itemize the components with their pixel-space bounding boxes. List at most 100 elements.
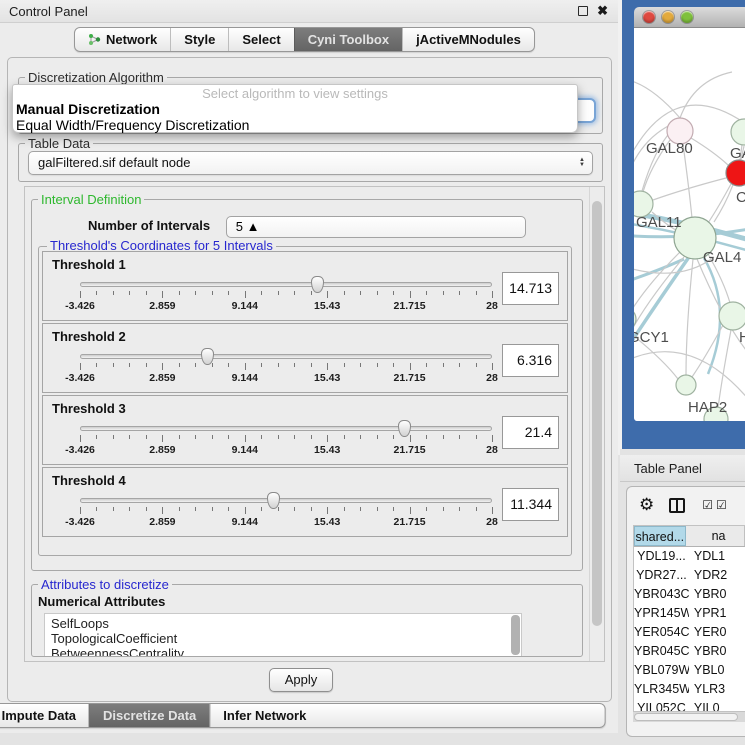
slider-tick (113, 291, 114, 295)
table-cell[interactable]: YBR0 (689, 585, 745, 604)
popup-item-equal-width-frequency[interactable]: Equal Width/Frequency Discretization (13, 117, 577, 133)
threshold-box-1: Threshold 1 -3.4262.8599.14415.4321.7152… (42, 251, 568, 321)
attribute-item-betweennesscentrality[interactable]: BetweennessCentrality (51, 646, 521, 657)
zoom-light[interactable] (681, 11, 693, 23)
table-row[interactable]: YPR145WYPR1 (634, 604, 745, 623)
table-row[interactable]: YLR345WYLR3 (634, 680, 745, 699)
slider-tick (146, 507, 147, 511)
horizontal-scrollbar-thumb[interactable] (634, 713, 738, 721)
threshold-label: Threshold 4 (52, 473, 502, 488)
table-row[interactable]: YBR045CYBR0 (634, 642, 745, 661)
table-cell[interactable]: YDR27... (634, 566, 689, 585)
table-row[interactable]: YDR27...YDR2 (634, 566, 745, 585)
table-cell[interactable]: YIL052C (634, 699, 689, 711)
table-cell[interactable]: YLR345W (634, 680, 689, 699)
table-cell[interactable]: YER0 (689, 623, 745, 642)
threshold-value-field[interactable]: 11.344 (502, 488, 559, 521)
threshold-value-field[interactable]: 14.713 (502, 272, 559, 305)
table-cell[interactable]: YBR0 (689, 642, 745, 661)
gear-icon[interactable]: ⚙ (639, 495, 654, 515)
slider-tick-label: 9.144 (232, 444, 258, 456)
close-light[interactable] (643, 11, 655, 23)
slider-tick (96, 291, 97, 295)
table-cell[interactable]: YPR145W (634, 604, 689, 623)
minimize-light[interactable] (662, 11, 674, 23)
threshold-slider[interactable]: -3.4262.8599.14415.4321.71528 (80, 419, 492, 461)
tab-network[interactable]: Network (75, 28, 170, 51)
table-cell[interactable]: YDL1 (689, 547, 745, 566)
num-intervals-label: Number of Intervals (88, 218, 210, 233)
slider-tick (410, 507, 411, 514)
apply-button[interactable]: Apply (269, 668, 333, 692)
table-cell[interactable]: YBL079W (634, 661, 689, 680)
slider-tick (344, 435, 345, 439)
checkbox-icons[interactable]: ☑☑ (702, 498, 730, 512)
tab-impute-data[interactable]: Impute Data (0, 704, 89, 727)
slider-track[interactable] (80, 354, 492, 359)
table-cell[interactable]: YIL0 (689, 699, 745, 711)
table-cell[interactable]: YBR045C (634, 642, 689, 661)
slider-tick-label: 28 (486, 444, 498, 456)
network-window-titlebar[interactable] (634, 7, 745, 28)
network-node[interactable] (726, 160, 745, 186)
slider-tick (426, 291, 427, 295)
network-edge (634, 80, 680, 118)
slider-tick (492, 291, 493, 298)
attribute-item-topologicalcoefficient[interactable]: TopologicalCoefficient (51, 631, 521, 646)
num-intervals-combo[interactable]: 5 ▲▼ (226, 216, 526, 238)
popup-item-manual-discretization[interactable]: Manual Discretization (13, 101, 577, 117)
threshold-slider[interactable]: -3.4262.8599.14415.4321.71528 (80, 275, 492, 317)
attribute-item-selfloops[interactable]: SelfLoops (51, 616, 521, 631)
tab-discretize-data[interactable]: Discretize Data (89, 704, 209, 727)
slider-tick (311, 363, 312, 367)
tab-select[interactable]: Select (228, 28, 293, 51)
slider-tick (311, 291, 312, 295)
columns-icon[interactable] (669, 498, 685, 513)
network-canvas[interactable]: GAL80GACGAL11GAL4GCY1HHAP2 (634, 28, 745, 421)
table-cell[interactable]: YDL19... (634, 547, 689, 566)
slider-tick (129, 363, 130, 367)
table-row[interactable]: YIL052CYIL0 (634, 699, 745, 711)
slider-thumb[interactable] (201, 348, 214, 365)
network-node[interactable] (719, 302, 745, 330)
table-cell[interactable]: YDR2 (689, 566, 745, 585)
close-icon[interactable]: ✖ (597, 5, 608, 17)
table-cell[interactable]: YBL0 (689, 661, 745, 680)
table-panel: ⚙ ☑☑ shared...na YDL19...YDL1YDR27...YDR… (626, 486, 745, 737)
tab-infer-network[interactable]: Infer Network (209, 704, 319, 727)
slider-tick (294, 507, 295, 511)
column-header-shared[interactable]: shared... (634, 526, 686, 546)
threshold-label: Threshold 1 (52, 257, 502, 272)
threshold-value-field[interactable]: 6.316 (502, 344, 559, 377)
table-cell[interactable]: YBR043C (634, 585, 689, 604)
vertical-scrollbar-thumb[interactable] (592, 201, 602, 626)
table-cell[interactable]: YPR1 (689, 604, 745, 623)
slider-tick (96, 507, 97, 511)
table-cell[interactable]: YER054C (634, 623, 689, 642)
table-row[interactable]: YBR043CYBR0 (634, 585, 745, 604)
attributes-list-scrollbar[interactable] (511, 615, 520, 655)
slider-thumb[interactable] (267, 492, 280, 509)
network-node[interactable] (676, 375, 696, 395)
table-data-combo[interactable]: galFiltered.sif default node ▲▼ (28, 151, 593, 175)
network-node[interactable] (731, 119, 745, 145)
table-row[interactable]: YBL079WYBL0 (634, 661, 745, 680)
table-cell[interactable]: YLR3 (689, 680, 745, 699)
network-node[interactable] (634, 308, 636, 330)
tab-style[interactable]: Style (170, 28, 228, 51)
slider-thumb[interactable] (311, 276, 324, 293)
slider-tick (476, 435, 477, 439)
threshold-slider[interactable]: -3.4262.8599.14415.4321.71528 (80, 491, 492, 533)
tab-jactivemnodules[interactable]: jActiveMNodules (402, 28, 534, 51)
slider-track[interactable] (80, 426, 492, 431)
table-row[interactable]: YER054CYER0 (634, 623, 745, 642)
column-header-na[interactable]: na (686, 526, 745, 546)
float-icon[interactable] (578, 6, 588, 16)
threshold-value-field[interactable]: 21.4 (502, 416, 559, 449)
threshold-slider[interactable]: -3.4262.8599.14415.4321.71528 (80, 347, 492, 389)
tab-cyni-toolbox[interactable]: Cyni Toolbox (294, 28, 402, 51)
slider-track[interactable] (80, 498, 492, 503)
table-row[interactable]: YDL19...YDL1 (634, 547, 745, 566)
slider-track[interactable] (80, 282, 492, 287)
slider-tick-label: -3.426 (65, 372, 95, 384)
